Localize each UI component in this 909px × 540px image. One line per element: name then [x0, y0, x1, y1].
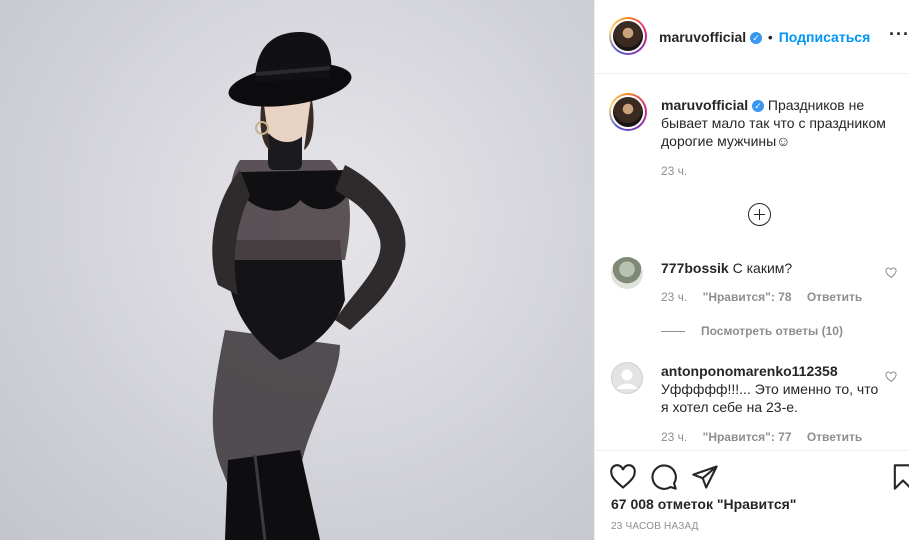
follow-button[interactable]: Подписаться [779, 29, 871, 45]
likes-count[interactable]: 67 008 отметок "Нравится" [611, 496, 796, 512]
comment-heart-icon[interactable] [885, 371, 897, 383]
verified-badge-icon: ✓ [750, 32, 763, 45]
post-header: maruvofficial ✓ • Подписаться ··· [595, 0, 909, 74]
paper-plane-icon[interactable] [691, 463, 719, 491]
caption-time[interactable]: 23 ч. [661, 164, 687, 178]
default-avatar-icon [611, 362, 643, 394]
reply-button[interactable]: Ответить [807, 430, 862, 444]
comment-heart-icon[interactable] [885, 267, 897, 279]
header-separator: • [767, 29, 773, 45]
caption: maruvofficial ✓ Праздников не бывает мал… [661, 96, 901, 150]
comment-author[interactable]: antonponomarenko112358 [661, 362, 883, 380]
comment-text: Уффффф!!!... Это именно то, что я хотел … [661, 381, 879, 415]
post-timestamp[interactable]: 23 ЧАСОВ НАЗАД [611, 521, 699, 532]
verified-badge-icon: ✓ [752, 100, 765, 113]
author-username[interactable]: maruvofficial [659, 29, 746, 45]
comment-text: С каким? [732, 260, 793, 276]
comment-time[interactable]: 23 ч. [661, 290, 687, 304]
comment-avatar[interactable] [611, 362, 643, 394]
comment-likes[interactable]: "Нравится": 77 [703, 430, 792, 444]
comment-likes[interactable]: "Нравится": 78 [703, 290, 792, 304]
bookmark-icon[interactable] [889, 463, 909, 491]
comment-author[interactable]: 777bossik [661, 260, 729, 276]
comment-avatar[interactable] [611, 257, 643, 289]
caption-author-avatar[interactable] [609, 93, 647, 131]
plus-circle-icon[interactable] [748, 203, 771, 226]
caption-author-username[interactable]: maruvofficial [661, 97, 748, 113]
post-photo[interactable] [0, 0, 594, 540]
comment-bubble-icon[interactable] [650, 463, 678, 491]
photo-illustration [212, 32, 406, 540]
header-author-line: maruvofficial ✓ • Подписаться [659, 29, 870, 45]
author-avatar[interactable] [609, 17, 647, 55]
replies-dash [661, 331, 685, 333]
heart-icon[interactable] [609, 463, 637, 491]
comment-meta: 23 ч. "Нравится": 78 Ответить [661, 290, 874, 304]
more-options-button[interactable]: ··· [889, 24, 909, 45]
reply-button[interactable]: Ответить [807, 290, 862, 304]
comment-body: antonponomarenko112358 Уффффф!!!... Это … [661, 362, 883, 416]
comment-time[interactable]: 23 ч. [661, 430, 687, 444]
view-replies-button[interactable]: Посмотреть ответы (10) [661, 324, 843, 338]
view-replies-label: Посмотреть ответы (10) [701, 324, 843, 338]
comment-meta: 23 ч. "Нравится": 77 Ответить [661, 430, 874, 444]
comment-body: 777bossik С каким? [661, 259, 883, 277]
post-sidebar: maruvofficial ✓ • Подписаться ··· maruvo… [594, 0, 909, 540]
